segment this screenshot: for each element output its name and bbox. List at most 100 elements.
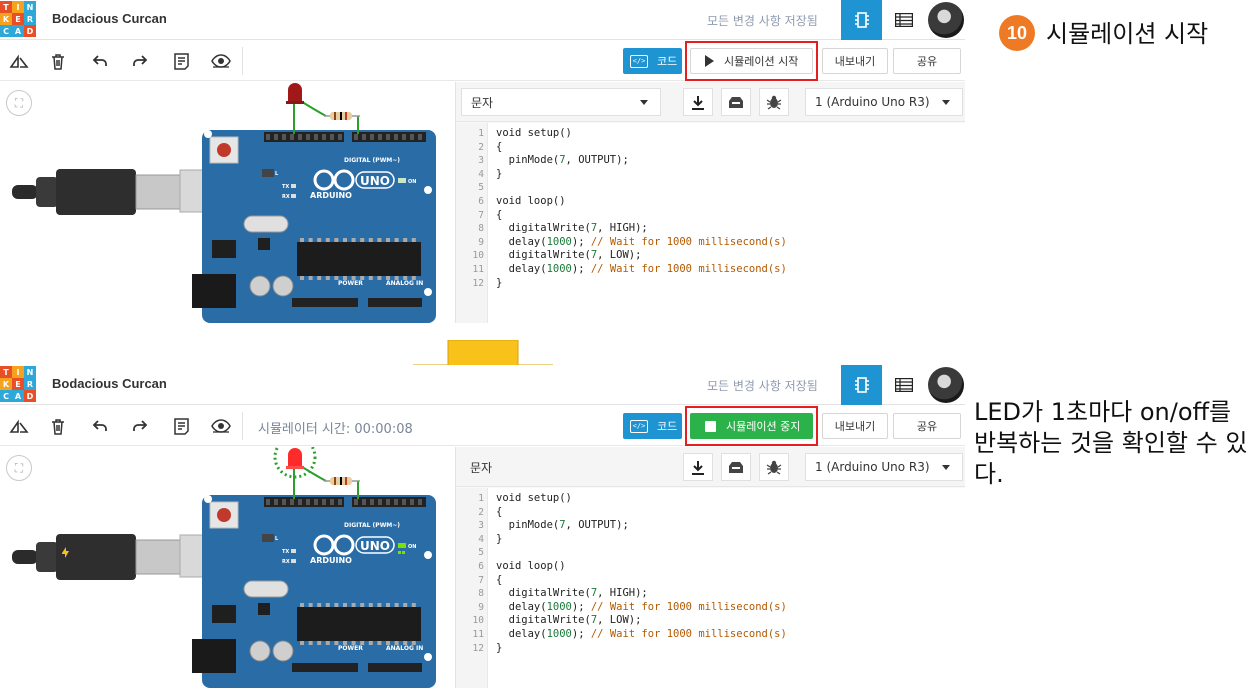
undo-icon[interactable] <box>89 415 111 437</box>
redo-icon[interactable] <box>129 50 151 72</box>
rotate-icon[interactable] <box>8 415 30 437</box>
export-button[interactable]: 내보내기 <box>822 413 888 439</box>
mount-hole <box>424 186 432 194</box>
usb-cable-tip <box>12 550 38 564</box>
editor-during-simulation: TINKERCAD Bodacious Curcan 모든 변경 사항 저장됨 … <box>0 365 965 688</box>
line-number: 5 <box>478 182 484 194</box>
code-button[interactable]: </> 코드 <box>623 48 682 74</box>
code-text: digitalWrite(7, HIGH); <box>496 587 648 600</box>
chip-pin <box>377 641 382 645</box>
user-avatar[interactable] <box>928 2 964 38</box>
line-number: 11 <box>472 629 484 640</box>
project-title[interactable]: Bodacious Curcan <box>52 11 167 26</box>
editor-toolbar: </> 코드 시뮬레이션 시작 내보내기 공유 <box>0 41 965 81</box>
code-text: delay(1000); // Wait for 1000 millisecon… <box>496 600 787 613</box>
chevron-down-icon <box>942 465 950 470</box>
download-button[interactable] <box>683 88 713 116</box>
chip-icon <box>854 377 869 393</box>
code-text: void loop() <box>496 560 566 572</box>
debugger-button[interactable] <box>759 453 789 481</box>
step-number-badge: 10 <box>999 15 1035 51</box>
chip-pin <box>317 603 322 607</box>
trash-icon[interactable] <box>47 50 69 72</box>
line-number: 1 <box>478 128 484 139</box>
circuit-canvas[interactable]: ⛶ DIGITAL (PWM~) UNO ARDUINO ON TX RX L POWER AN… <box>0 435 455 688</box>
logo-letter: E <box>12 13 24 25</box>
undo-icon[interactable] <box>89 50 111 72</box>
header-pin <box>290 499 294 505</box>
project-title[interactable]: Bodacious Curcan <box>52 376 167 391</box>
header-pin <box>386 134 390 140</box>
chip-pin <box>360 603 365 607</box>
header-pin <box>402 134 406 140</box>
voltage-regulator <box>212 605 236 623</box>
circuit-view-button[interactable] <box>841 365 882 405</box>
code-text: digitalWrite(7, HIGH); <box>496 222 648 235</box>
logo-letter: R <box>24 378 36 390</box>
code-button[interactable]: </> 코드 <box>623 413 682 439</box>
chip-pin <box>325 276 330 280</box>
chip-pin <box>403 603 408 607</box>
code-mode-select[interactable]: 문자 <box>461 453 661 481</box>
board-select[interactable]: 1 (Arduino Uno R3) <box>805 88 963 116</box>
fit-view-icon[interactable]: ⛶ <box>6 90 32 116</box>
board-select-value: 1 (Arduino Uno R3) <box>815 460 930 474</box>
eye-icon[interactable] <box>210 415 232 437</box>
code-mode-select[interactable]: 문자 <box>461 88 661 116</box>
chip-pin <box>411 238 416 242</box>
small-chip <box>258 603 270 615</box>
header-pin <box>298 134 302 140</box>
fit-view-icon[interactable]: ⛶ <box>6 455 32 481</box>
rotate-icon[interactable] <box>8 50 30 72</box>
share-button[interactable]: 공유 <box>893 413 961 439</box>
download-button[interactable] <box>683 453 713 481</box>
usb-plug-body <box>56 169 136 215</box>
line-number: 2 <box>478 141 484 153</box>
chip-pin <box>343 238 347 242</box>
component-list-button[interactable] <box>889 0 919 40</box>
circuit-view-button[interactable] <box>841 0 882 40</box>
capacitor <box>272 640 294 662</box>
logo-letter: D <box>24 390 36 402</box>
export-button[interactable]: 내보내기 <box>822 48 888 74</box>
notes-icon[interactable] <box>170 50 192 72</box>
tx-led <box>291 549 296 553</box>
chip-pin <box>300 641 304 645</box>
circuit-canvas[interactable]: ⛶ DIGITAL (PWM~) UNO ARDUINO ON TX RX L POWER AN… <box>0 82 455 323</box>
logo-letter: T <box>0 366 12 378</box>
notes-icon[interactable] <box>170 415 192 437</box>
rx-led <box>291 559 296 563</box>
chip-pin <box>368 276 373 280</box>
code-editor[interactable]: 1 void setup() 2 {3 pinMode(7, OUTPUT); 4} 5 6… <box>456 123 965 323</box>
redo-icon[interactable] <box>129 415 151 437</box>
code-icon: </> <box>630 419 648 433</box>
code-editor[interactable]: 1 void setup() 2 {3 pinMode(7, OUTPUT); 4} 5 6… <box>456 488 965 688</box>
share-button[interactable]: 공유 <box>893 48 961 74</box>
component-list-button[interactable] <box>889 365 919 405</box>
chip-pin <box>394 238 399 242</box>
analog-label: ANALOG IN <box>386 645 423 652</box>
toolbar-divider <box>242 47 243 75</box>
chip-pin <box>300 603 304 607</box>
tinkercad-logo[interactable]: TINKERCAD <box>0 1 36 37</box>
header-pin <box>418 499 422 505</box>
logo-letter: K <box>0 378 12 390</box>
uno-label: UNO <box>360 539 390 553</box>
logo-letter: N <box>24 366 36 378</box>
header-pin <box>370 499 374 505</box>
code-icon: </> <box>630 54 648 68</box>
eye-icon[interactable] <box>210 50 232 72</box>
board-select[interactable]: 1 (Arduino Uno R3) <box>805 453 963 481</box>
library-button[interactable] <box>721 453 751 481</box>
chip-pin <box>343 603 347 607</box>
chip-pin <box>317 641 322 645</box>
code-text: void setup() <box>496 127 572 139</box>
user-avatar[interactable] <box>928 367 964 403</box>
debugger-button[interactable] <box>759 88 789 116</box>
tinkercad-logo[interactable]: TINKERCAD <box>0 366 36 402</box>
on-label: ON <box>408 544 416 550</box>
digital-label: DIGITAL (PWM~) <box>344 522 400 529</box>
library-button[interactable] <box>721 88 751 116</box>
trash-icon[interactable] <box>47 415 69 437</box>
header-pin <box>354 134 358 140</box>
